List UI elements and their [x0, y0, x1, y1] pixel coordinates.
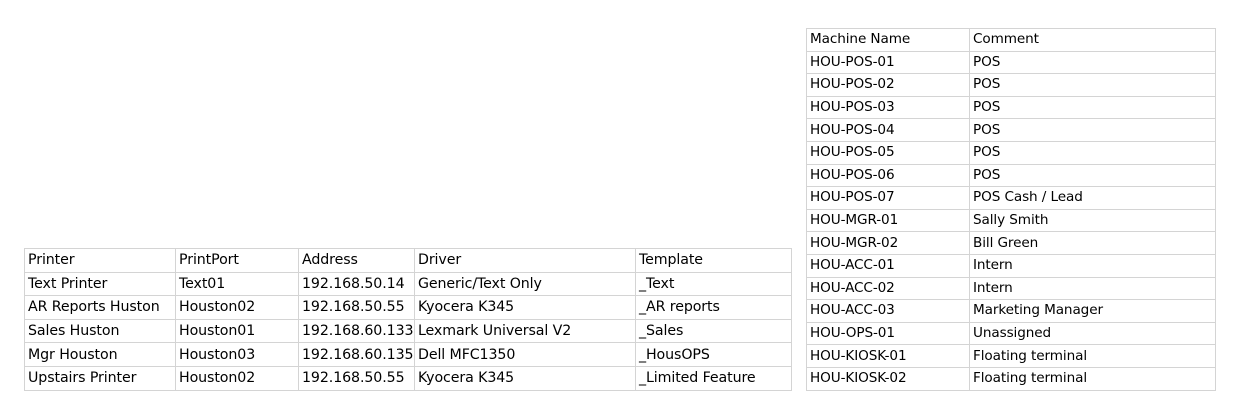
- table-cell[interactable]: Kyocera K345: [414, 365, 636, 391]
- table-cell[interactable]: HOU-POS-06: [806, 163, 970, 188]
- table-cell[interactable]: _AR reports: [635, 295, 792, 320]
- table-cell[interactable]: Floating terminal: [969, 344, 1216, 368]
- table-cell[interactable]: POS: [969, 50, 1216, 75]
- table-cell[interactable]: HOU-ACC-03: [806, 299, 970, 323]
- table-cell[interactable]: Intern: [969, 276, 1216, 301]
- table-row: Upstairs Printer Houston02 192.168.50.55…: [24, 365, 792, 391]
- table-cell[interactable]: POS: [969, 118, 1216, 142]
- table-cell[interactable]: Floating terminal: [969, 366, 1216, 391]
- table-cell[interactable]: HOU-POS-05: [806, 140, 970, 165]
- table-cell[interactable]: Kyocera K345: [414, 295, 636, 320]
- printers-header-cell[interactable]: Template: [635, 248, 792, 273]
- printers-header-cell[interactable]: Address: [298, 248, 415, 273]
- table-cell[interactable]: HOU-MGR-02: [806, 231, 970, 255]
- table-row: HOU-MGR-01 Sally Smith: [806, 208, 1216, 233]
- table-cell[interactable]: _Text: [635, 271, 792, 297]
- table-cell[interactable]: POS: [969, 140, 1216, 165]
- table-cell[interactable]: AR Reports Huston: [24, 295, 176, 320]
- table-cell[interactable]: Lexmark Universal V2: [414, 318, 636, 344]
- table-row: AR Reports Huston Houston02 192.168.50.5…: [24, 295, 792, 320]
- table-cell[interactable]: Mgr Houston: [24, 342, 176, 367]
- table-cell[interactable]: 192.168.50.14: [298, 271, 415, 297]
- printers-header-cell[interactable]: PrintPort: [175, 248, 299, 273]
- table-cell[interactable]: POS: [969, 95, 1216, 120]
- table-cell[interactable]: POS Cash / Lead: [969, 186, 1216, 210]
- table-row: HOU-POS-06 POS: [806, 163, 1216, 188]
- table-row: HOU-POS-03 POS: [806, 95, 1216, 120]
- table-cell[interactable]: Intern: [969, 253, 1216, 278]
- table-cell[interactable]: _Sales: [635, 318, 792, 344]
- table-row: HOU-OPS-01 Unassigned: [806, 321, 1216, 346]
- table-cell[interactable]: Bill Green: [969, 231, 1216, 255]
- table-cell[interactable]: Text01: [175, 271, 299, 297]
- printers-header-cell[interactable]: Printer: [24, 248, 176, 273]
- table-cell[interactable]: Upstairs Printer: [24, 365, 176, 391]
- table-cell[interactable]: HOU-ACC-01: [806, 253, 970, 278]
- printers-header-cell[interactable]: Driver: [414, 248, 636, 273]
- machines-header-cell[interactable]: Machine Name: [806, 28, 970, 52]
- table-cell[interactable]: Dell MFC1350: [414, 342, 636, 367]
- table-row: HOU-ACC-01 Intern: [806, 253, 1216, 278]
- table-cell[interactable]: Sales Huston: [24, 318, 176, 344]
- table-row: HOU-POS-04 POS: [806, 118, 1216, 142]
- table-cell[interactable]: Text Printer: [24, 271, 176, 297]
- table-cell[interactable]: 192.168.60.133: [298, 318, 415, 344]
- machines-table: Machine Name Comment HOU-POS-01 POS HOU-…: [806, 28, 1216, 391]
- printers-header-row: Printer PrintPort Address Driver Templat…: [24, 248, 792, 273]
- table-cell[interactable]: 192.168.60.135: [298, 342, 415, 367]
- table-cell[interactable]: 192.168.50.55: [298, 365, 415, 391]
- table-cell[interactable]: HOU-POS-01: [806, 50, 970, 75]
- table-row: HOU-MGR-02 Bill Green: [806, 231, 1216, 255]
- table-cell[interactable]: Houston02: [175, 365, 299, 391]
- table-cell[interactable]: HOU-POS-07: [806, 186, 970, 210]
- table-row: Text Printer Text01 192.168.50.14 Generi…: [24, 271, 792, 297]
- table-row: HOU-ACC-03 Marketing Manager: [806, 299, 1216, 323]
- table-cell[interactable]: Houston03: [175, 342, 299, 367]
- machines-header-row: Machine Name Comment: [806, 28, 1216, 52]
- table-cell[interactable]: HOU-POS-03: [806, 95, 970, 120]
- table-row: HOU-POS-01 POS: [806, 50, 1216, 75]
- table-cell[interactable]: Unassigned: [969, 321, 1216, 346]
- table-cell[interactable]: 192.168.50.55: [298, 295, 415, 320]
- table-cell[interactable]: HOU-OPS-01: [806, 321, 970, 346]
- table-row: HOU-KIOSK-02 Floating terminal: [806, 366, 1216, 391]
- table-cell[interactable]: Houston01: [175, 318, 299, 344]
- table-cell[interactable]: Sally Smith: [969, 208, 1216, 233]
- table-row: HOU-POS-05 POS: [806, 140, 1216, 165]
- table-cell[interactable]: Generic/Text Only: [414, 271, 636, 297]
- table-row: Mgr Houston Houston03 192.168.60.135 Del…: [24, 342, 792, 367]
- table-cell[interactable]: Marketing Manager: [969, 299, 1216, 323]
- table-cell[interactable]: HOU-MGR-01: [806, 208, 970, 233]
- table-row: HOU-KIOSK-01 Floating terminal: [806, 344, 1216, 368]
- table-cell[interactable]: HOU-POS-02: [806, 73, 970, 97]
- table-cell[interactable]: _Limited Feature: [635, 365, 792, 391]
- table-cell[interactable]: POS: [969, 163, 1216, 188]
- table-cell[interactable]: Houston02: [175, 295, 299, 320]
- table-cell[interactable]: HOU-KIOSK-02: [806, 366, 970, 391]
- printers-table: Printer PrintPort Address Driver Templat…: [24, 248, 792, 391]
- table-cell[interactable]: HOU-ACC-02: [806, 276, 970, 301]
- table-row: HOU-POS-02 POS: [806, 73, 1216, 97]
- table-cell[interactable]: HOU-KIOSK-01: [806, 344, 970, 368]
- table-cell[interactable]: HOU-POS-04: [806, 118, 970, 142]
- table-row: HOU-POS-07 POS Cash / Lead: [806, 186, 1216, 210]
- table-row: HOU-ACC-02 Intern: [806, 276, 1216, 301]
- table-row: Sales Huston Houston01 192.168.60.133 Le…: [24, 318, 792, 344]
- table-cell[interactable]: _HousOPS: [635, 342, 792, 367]
- table-cell[interactable]: POS: [969, 73, 1216, 97]
- machines-header-cell[interactable]: Comment: [969, 28, 1216, 52]
